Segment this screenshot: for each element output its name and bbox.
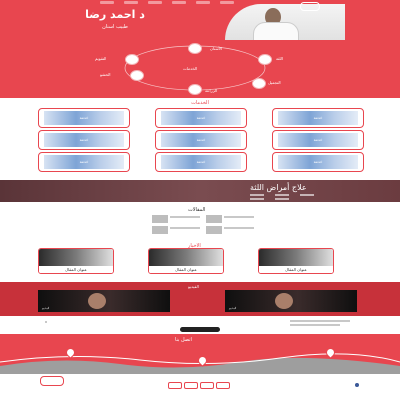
- nav-item[interactable]: [124, 1, 138, 4]
- top-nav: [100, 1, 234, 5]
- diagram-node-label: الأسنان: [210, 46, 223, 51]
- news-card[interactable]: عنوان المقال: [258, 248, 334, 274]
- videos-title: الفيديو: [188, 284, 199, 289]
- tooth-logo-icon[interactable]: [300, 2, 320, 11]
- diagram-node-label: التقويم: [95, 56, 107, 61]
- article-thumb[interactable]: [206, 226, 222, 234]
- diagram-node[interactable]: [252, 78, 266, 89]
- contact-title: اتصل بنا: [175, 337, 192, 343]
- nav-item[interactable]: [172, 1, 186, 4]
- service-card[interactable]: خدمة: [155, 108, 247, 128]
- service-card[interactable]: خدمة: [38, 108, 130, 128]
- news-card[interactable]: عنوان المقال: [148, 248, 224, 274]
- articles-title: المقالات: [188, 207, 206, 213]
- footer-box[interactable]: [200, 382, 214, 389]
- tooth-logo-icon[interactable]: [40, 376, 64, 386]
- article-thumb[interactable]: [152, 215, 168, 223]
- diagram-node[interactable]: [188, 84, 202, 95]
- banner-link[interactable]: [250, 198, 264, 200]
- doctor-subtitle: طبيب أسنان: [102, 24, 128, 30]
- banner-link[interactable]: [250, 194, 264, 196]
- service-card[interactable]: خدمة: [38, 152, 130, 172]
- diagram-node-label: اللثة: [276, 56, 284, 61]
- banner-link[interactable]: [275, 194, 289, 196]
- footer-box[interactable]: [184, 382, 198, 389]
- video-player[interactable]: فيديو: [38, 290, 170, 312]
- banner-title: علاج أمراض اللثة: [250, 183, 307, 192]
- banner-link[interactable]: [275, 198, 289, 200]
- service-card[interactable]: خدمة: [272, 108, 364, 128]
- nav-item[interactable]: [220, 1, 234, 4]
- diagram-node-label: الحشو: [100, 72, 111, 77]
- news-card[interactable]: عنوان المقال: [38, 248, 114, 274]
- info-line: [290, 324, 340, 326]
- info-bullet: [45, 321, 47, 323]
- article-thumb[interactable]: [152, 226, 168, 234]
- diagram-center-label: الخدمات: [183, 66, 198, 71]
- banner-link[interactable]: [300, 194, 314, 196]
- article-line: [170, 227, 200, 229]
- info-line: [290, 320, 350, 322]
- article-thumb[interactable]: [206, 215, 222, 223]
- service-card[interactable]: خدمة: [155, 152, 247, 172]
- footer-box[interactable]: [216, 382, 230, 389]
- nav-item[interactable]: [148, 1, 162, 4]
- nav-item[interactable]: [100, 1, 114, 4]
- diagram-node[interactable]: [125, 54, 139, 65]
- video-player[interactable]: فيديو: [225, 290, 357, 312]
- more-button[interactable]: [180, 327, 220, 332]
- article-line: [170, 216, 200, 218]
- diagram-node-label: الزراعة: [205, 88, 218, 93]
- nav-item[interactable]: [196, 1, 210, 4]
- service-card[interactable]: خدمة: [272, 152, 364, 172]
- facebook-icon[interactable]: [355, 383, 359, 387]
- article-line: [224, 227, 254, 229]
- grid-title: الخدمات: [191, 100, 209, 106]
- doctor-portrait: [225, 4, 345, 42]
- diagram-node[interactable]: [258, 54, 272, 65]
- service-card[interactable]: خدمة: [155, 130, 247, 150]
- diagram-node-label: التجميل: [268, 80, 281, 85]
- article-line: [224, 216, 254, 218]
- doctor-name: د احمد رضا: [85, 8, 145, 21]
- diagram-node[interactable]: [188, 43, 202, 54]
- footer-box[interactable]: [168, 382, 182, 389]
- gum-disease-banner: [0, 180, 400, 202]
- contact-section: اتصل بنا: [0, 334, 400, 374]
- diagram-node[interactable]: [130, 70, 144, 81]
- service-card[interactable]: خدمة: [38, 130, 130, 150]
- service-card[interactable]: خدمة: [272, 130, 364, 150]
- services-diagram: الخدمات الأسنان اللثة التجميل الزراعة ال…: [0, 40, 400, 98]
